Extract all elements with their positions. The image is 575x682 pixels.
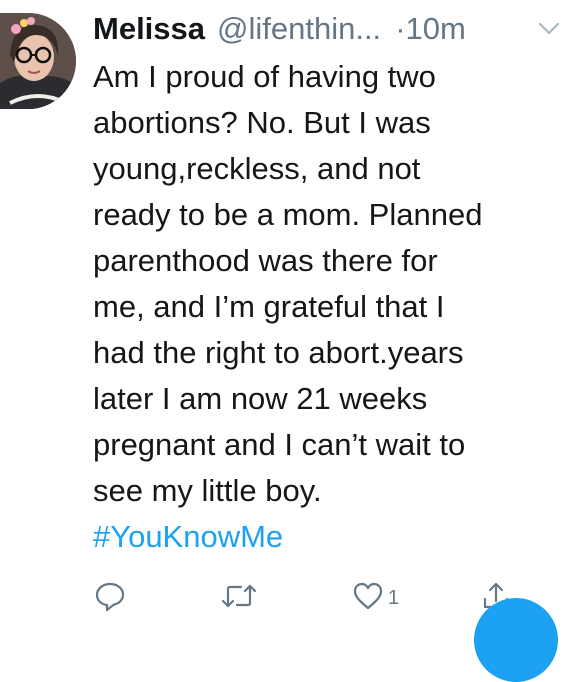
tweet[interactable]: Melissa @lifenthin... ·10m Am I proud of…	[0, 0, 575, 682]
retweet-button[interactable]	[219, 580, 259, 616]
tweet-text-line: see my little boy.	[93, 473, 322, 508]
time-value: 10m	[405, 11, 466, 46]
tweet-text-line: ready to be a mom. Planned	[93, 197, 483, 232]
reply-icon	[93, 579, 127, 618]
tweet-text-line: abortions? No. But I was	[93, 105, 431, 140]
tweet-text-line: had the right to abort.years	[93, 335, 464, 370]
author-name[interactable]: Melissa	[93, 11, 205, 47]
like-count: 1	[388, 586, 400, 609]
hashtag-link[interactable]: #YouKnowMe	[93, 514, 563, 560]
heart-icon	[351, 579, 385, 618]
chevron-down-icon[interactable]	[537, 19, 561, 39]
avatar[interactable]	[0, 13, 76, 109]
tweet-text-line: parenthood was there for	[93, 243, 438, 278]
tweet-text-line: later I am now 21 weeks	[93, 381, 428, 416]
tweet-text-line: young,reckless, and not	[93, 151, 421, 186]
tweet-text-line: Am I proud of having two	[93, 59, 436, 94]
like-button[interactable]: 1	[351, 580, 399, 616]
reply-button[interactable]	[93, 580, 127, 616]
tweet-text-line: me, and I’m grateful that I	[93, 289, 445, 324]
author-handle[interactable]: @lifenthin...	[217, 11, 381, 47]
compose-button[interactable]	[474, 598, 558, 682]
tweet-text-line: pregnant and I can’t wait to	[93, 427, 466, 462]
tweet-text: Am I proud of having two abortions? No. …	[93, 54, 563, 560]
retweet-icon	[219, 579, 259, 618]
time-separator: ·	[395, 11, 406, 46]
tweet-time: ·10m	[395, 11, 466, 47]
tweet-actions: 1	[93, 580, 533, 616]
tweet-header: Melissa @lifenthin... ·10m	[93, 7, 563, 51]
